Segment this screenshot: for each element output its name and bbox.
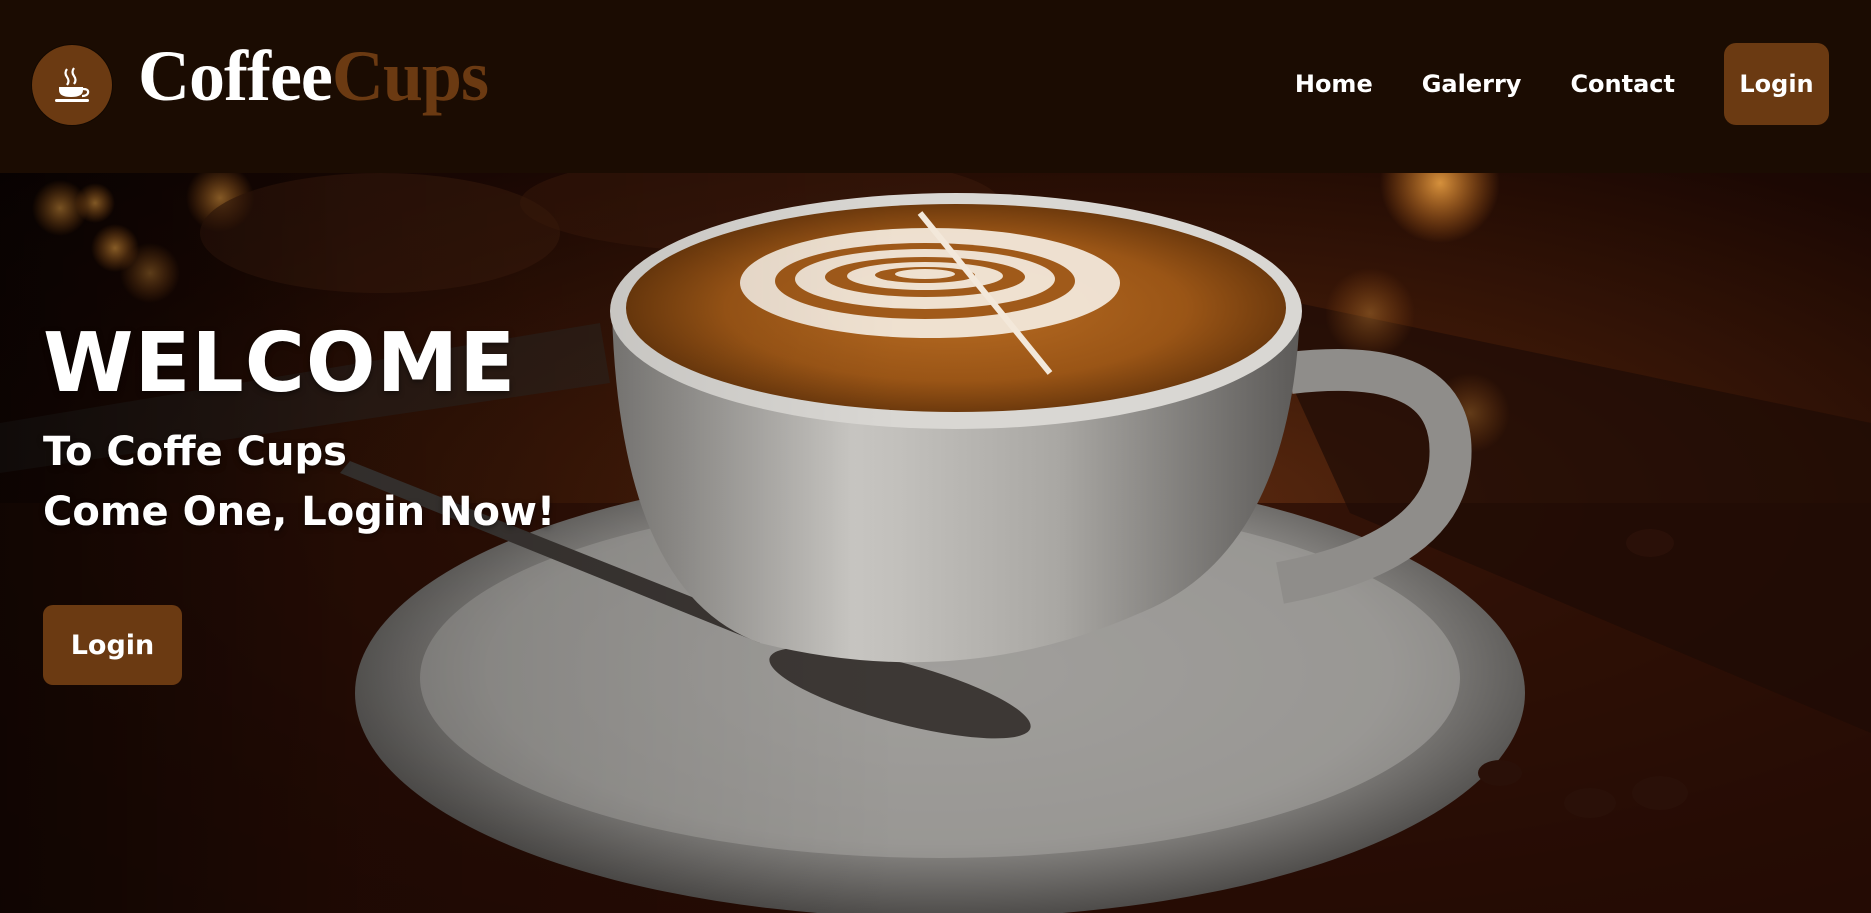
header-login-button[interactable]: Login bbox=[1724, 43, 1829, 125]
brand-name-part2: Cups bbox=[331, 36, 489, 116]
coffee-cup-icon bbox=[55, 67, 90, 102]
logo[interactable] bbox=[32, 45, 112, 125]
nav-contact-link[interactable]: Contact bbox=[1570, 70, 1675, 98]
hero-login-button[interactable]: Login bbox=[43, 605, 182, 685]
main-nav: Home Galerry Contact Login bbox=[1295, 43, 1829, 125]
hero-text-block: WELCOME To Coffe Cups Come One, Login No… bbox=[43, 318, 555, 542]
nav-gallery-link[interactable]: Galerry bbox=[1422, 70, 1522, 98]
site-header: CoffeeCups Home Galerry Contact Login bbox=[0, 0, 1871, 173]
page: CoffeeCups Home Galerry Contact Login WE… bbox=[0, 0, 1871, 913]
nav-home-link[interactable]: Home bbox=[1295, 70, 1373, 98]
hero-subtitle-line2: Come One, Login Now! bbox=[43, 489, 556, 535]
brand-name[interactable]: CoffeeCups bbox=[138, 36, 489, 116]
hero-section: WELCOME To Coffe Cups Come One, Login No… bbox=[0, 173, 1871, 913]
brand-name-part1: Coffee bbox=[138, 36, 333, 116]
hero-subtitle-line1: To Coffe Cups bbox=[43, 429, 347, 475]
hero-background-image bbox=[0, 173, 1871, 913]
hero-title: WELCOME bbox=[43, 316, 517, 411]
